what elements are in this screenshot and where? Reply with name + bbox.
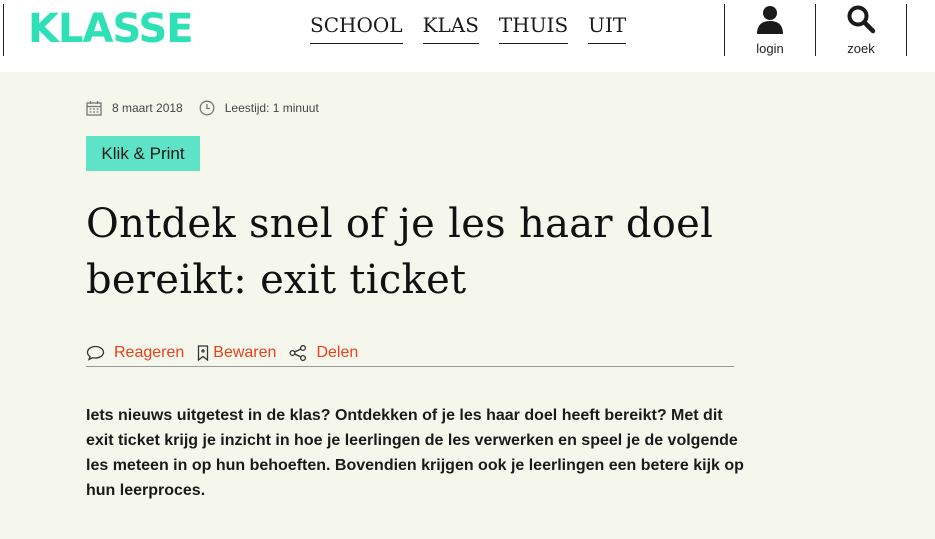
nav-school[interactable]: SCHOOL — [310, 12, 403, 44]
article-intro: Iets nieuws uitgetest in de klas? Ontdek… — [86, 407, 744, 499]
klasse-logo[interactable]: KLASSE — [28, 6, 194, 52]
header-divider — [3, 4, 4, 56]
bookmark-icon — [198, 345, 209, 361]
nav-klas[interactable]: KLAS — [422, 12, 479, 44]
share-button[interactable]: Delen — [289, 344, 358, 362]
share-label: Delen — [316, 344, 359, 361]
date-item: 8 maart 2018 — [86, 100, 183, 116]
nav-thuis[interactable]: THUIS — [498, 12, 569, 44]
save-label: Bewaren — [213, 344, 277, 361]
search-button[interactable]: zoek — [815, 4, 907, 56]
article-meta: 8 maart 2018 Leestijd: 1 minuut — [86, 100, 319, 116]
nav-uit[interactable]: UIT — [588, 12, 627, 44]
search-label: zoek — [847, 41, 875, 56]
comment-button[interactable]: Reageren — [86, 344, 184, 362]
login-label: login — [756, 41, 784, 56]
search-icon — [847, 5, 876, 34]
category-tag[interactable]: Klik & Print — [86, 136, 200, 171]
site-header: KLASSE SCHOOL KLAS THUIS UIT login zoek — [0, 0, 935, 72]
share-icon — [289, 345, 307, 361]
article-actions: Reageren Bewaren Delen — [86, 340, 734, 367]
article-title: Ontdek snel of je les haar doel bereikt:… — [86, 201, 714, 303]
user-icon — [757, 6, 783, 34]
calendar-icon — [86, 101, 102, 116]
reading-time: Leestijd: 1 minuut — [224, 101, 319, 115]
main-nav: SCHOOL KLAS THUIS UIT — [310, 12, 627, 44]
login-button[interactable]: login — [724, 4, 815, 56]
publish-date: 8 maart 2018 — [112, 101, 183, 115]
comment-label: Reageren — [114, 344, 185, 361]
comment-icon — [86, 345, 105, 361]
save-button[interactable]: Bewaren — [197, 344, 276, 362]
reading-time-item: Leestijd: 1 minuut — [199, 100, 319, 116]
clock-icon — [199, 100, 215, 116]
